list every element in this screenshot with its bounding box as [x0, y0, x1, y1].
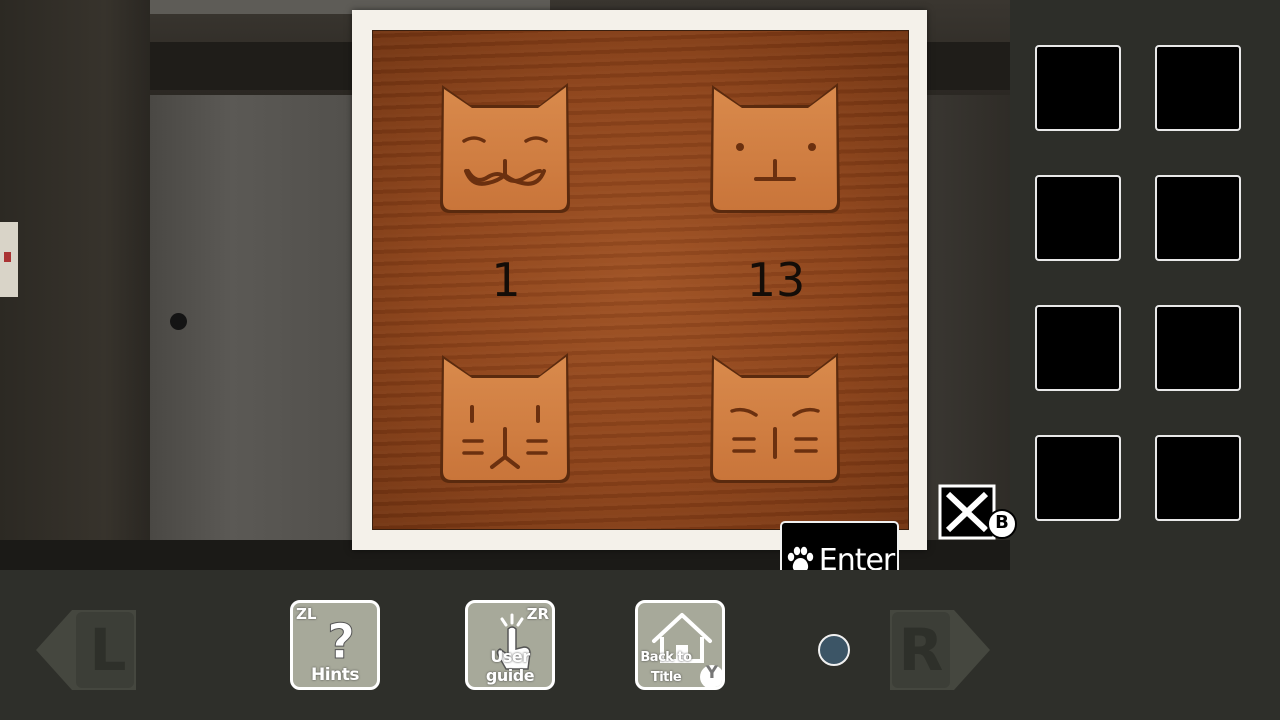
hints-button[interactable]: ZL ? Hints: [290, 600, 380, 690]
back-to-title-badge: Y: [705, 663, 718, 683]
back-to-title-line1: Back to: [640, 650, 692, 665]
left-nav-label: L: [89, 616, 127, 684]
inventory-slot[interactable]: [1035, 45, 1121, 131]
inventory-slot[interactable]: [1155, 175, 1241, 261]
hints-label: Hints: [311, 665, 359, 685]
inventory-slot[interactable]: [1035, 305, 1121, 391]
previous-view-button[interactable]: L: [36, 610, 136, 690]
plain-cat-icon[interactable]: [706, 75, 844, 215]
close-badge: B: [995, 512, 1009, 533]
back-to-title-button[interactable]: Back to Title Y: [635, 600, 725, 690]
sleepy-whisker-cat-icon[interactable]: [706, 345, 844, 485]
inventory-slot[interactable]: [1155, 305, 1241, 391]
svg-text:?: ?: [327, 614, 355, 670]
right-nav-label: R: [898, 616, 944, 684]
inventory-slot[interactable]: [1035, 435, 1121, 521]
puzzle-number-right[interactable]: 13: [706, 255, 846, 305]
next-view-button[interactable]: R: [890, 610, 990, 690]
user-guide-label: User guide: [485, 647, 535, 685]
page-indicator-dot: [818, 634, 850, 666]
puzzle-number-left[interactable]: 1: [436, 255, 576, 305]
inventory-slot[interactable]: [1155, 45, 1241, 131]
user-guide-button[interactable]: ZR User guide: [465, 600, 555, 690]
back-to-title-line2: Title: [650, 670, 682, 685]
wall-paper-note: [0, 222, 18, 297]
close-button[interactable]: B: [938, 484, 1020, 542]
smiling-cat-icon[interactable]: [436, 75, 574, 215]
inventory-slot[interactable]: [1035, 175, 1121, 261]
door-knob: [170, 313, 187, 330]
left-wall: [0, 0, 150, 570]
whisker-cat-icon[interactable]: [436, 345, 574, 485]
inventory-slot[interactable]: [1155, 435, 1241, 521]
